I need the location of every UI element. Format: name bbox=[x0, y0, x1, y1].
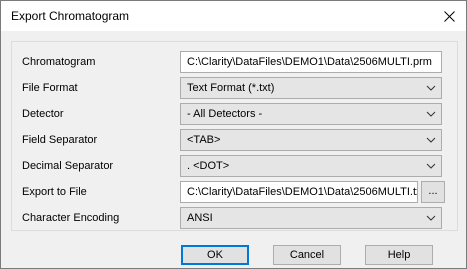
row-character-encoding: Character Encoding ANSI bbox=[12, 207, 457, 231]
chevron-down-icon bbox=[426, 163, 436, 169]
export-file-field[interactable]: C:\Clarity\DataFiles\DEMO1\Data\2506MULT… bbox=[180, 181, 418, 203]
file-format-label: File Format bbox=[22, 82, 78, 94]
character-encoding-label: Character Encoding bbox=[22, 212, 120, 224]
decimal-separator-label: Decimal Separator bbox=[22, 160, 114, 172]
detector-label: Detector bbox=[22, 108, 64, 120]
cancel-button[interactable]: Cancel bbox=[273, 245, 341, 265]
row-decimal-separator: Decimal Separator . <DOT> bbox=[12, 155, 457, 179]
chevron-down-icon bbox=[426, 137, 436, 143]
export-chromatogram-dialog: Export Chromatogram Chromatogram C:\Clar… bbox=[0, 0, 467, 269]
row-chromatogram: Chromatogram C:\Clarity\DataFiles\DEMO1\… bbox=[12, 51, 457, 75]
detector-select[interactable]: - All Detectors - bbox=[180, 103, 442, 125]
file-format-value: Text Format (*.txt) bbox=[187, 82, 275, 94]
character-encoding-value: ANSI bbox=[187, 212, 213, 224]
decimal-separator-select[interactable]: . <DOT> bbox=[180, 155, 442, 177]
row-file-format: File Format Text Format (*.txt) bbox=[12, 77, 457, 101]
help-button[interactable]: Help bbox=[365, 245, 433, 265]
decimal-separator-value: . <DOT> bbox=[187, 160, 230, 172]
title-bar: Export Chromatogram bbox=[1, 1, 466, 31]
chromatogram-label: Chromatogram bbox=[22, 56, 96, 68]
field-separator-value: <TAB> bbox=[187, 134, 221, 146]
export-to-file-label: Export to File bbox=[22, 186, 87, 198]
field-separator-select[interactable]: <TAB> bbox=[180, 129, 442, 151]
file-format-select[interactable]: Text Format (*.txt) bbox=[180, 77, 442, 99]
export-settings-group: Chromatogram C:\Clarity\DataFiles\DEMO1\… bbox=[11, 41, 458, 231]
chevron-down-icon bbox=[426, 85, 436, 91]
row-detector: Detector - All Detectors - bbox=[12, 103, 457, 127]
detector-value: - All Detectors - bbox=[187, 108, 263, 120]
chevron-down-icon bbox=[426, 111, 436, 117]
close-button[interactable] bbox=[432, 1, 466, 31]
field-separator-label: Field Separator bbox=[22, 134, 98, 146]
character-encoding-select[interactable]: ANSI bbox=[180, 207, 442, 229]
chromatogram-field[interactable]: C:\Clarity\DataFiles\DEMO1\Data\2506MULT… bbox=[180, 51, 442, 73]
row-export-to-file: Export to File C:\Clarity\DataFiles\DEMO… bbox=[12, 181, 457, 205]
ok-button[interactable]: OK bbox=[181, 245, 249, 265]
close-icon bbox=[443, 10, 455, 22]
chevron-down-icon bbox=[426, 215, 436, 221]
browse-button[interactable]: ... bbox=[421, 181, 445, 203]
row-field-separator: Field Separator <TAB> bbox=[12, 129, 457, 153]
dialog-title: Export Chromatogram bbox=[11, 9, 130, 23]
